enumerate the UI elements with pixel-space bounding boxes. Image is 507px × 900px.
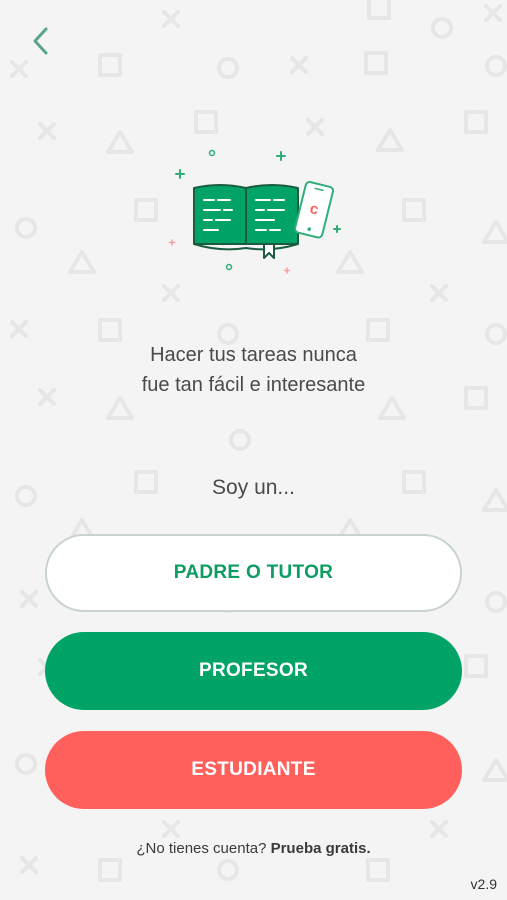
chevron-left-icon (33, 27, 48, 55)
teacher-label: PROFESOR (198, 660, 309, 681)
signup-prompt: ¿No tienes cuenta? Prueba gratis. (0, 840, 507, 857)
student-button[interactable]: ESTUDIANTE (45, 731, 462, 809)
tagline-line-1: Hacer tus tareas nunca (150, 344, 357, 366)
parent-tutor-button[interactable]: PADRE O TUTOR (45, 534, 462, 612)
free-trial-link[interactable]: Prueba gratis. (271, 840, 371, 857)
signup-question: ¿No tienes cuenta? (136, 840, 267, 857)
teacher-button[interactable]: PROFESOR (45, 632, 462, 710)
parent-tutor-label: PADRE O TUTOR (173, 562, 334, 583)
book-and-phone-icon: c (168, 149, 341, 274)
app-version: v2.9 (470, 876, 497, 892)
back-button[interactable] (24, 24, 56, 58)
student-label: ESTUDIANTE (191, 759, 316, 780)
tagline-line-2: fue tan fácil e interesante (141, 374, 366, 396)
role-prompt: Soy un... (212, 476, 295, 499)
tagline: Hacer tus tareas nunca fue tan fácil e i… (0, 340, 507, 400)
